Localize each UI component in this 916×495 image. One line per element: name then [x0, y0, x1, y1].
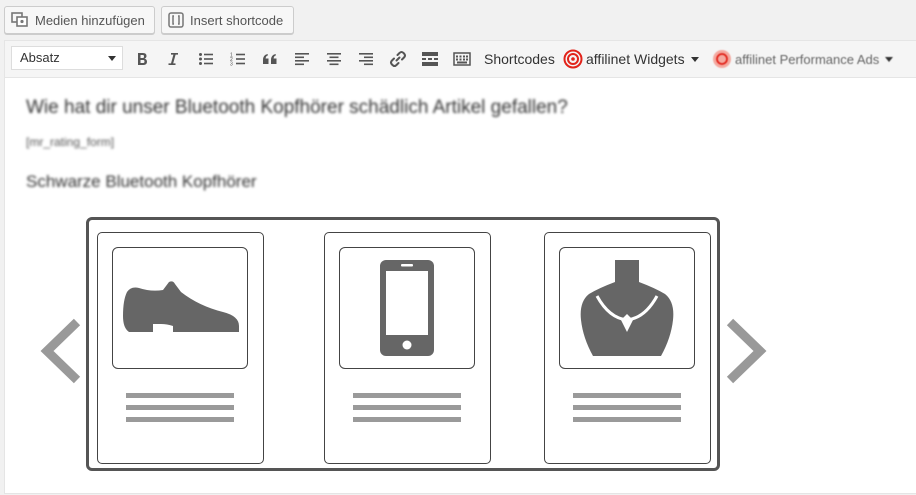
card-text-placeholder [573, 393, 681, 429]
add-media-button[interactable]: Medien hinzufügen [4, 6, 155, 34]
editor: Absatz 123 Shortcodes affilinet Widgets … [4, 40, 916, 494]
align-left-icon [295, 53, 309, 66]
shortcode-icon [168, 12, 184, 28]
bullet-list-button[interactable] [195, 48, 217, 70]
svg-text:3: 3 [230, 62, 233, 68]
carousel-next-arrow-icon[interactable] [724, 318, 768, 384]
media-buttons-bar: Medien hinzufügen Insert shortcode [0, 0, 916, 40]
editor-content[interactable]: Wie hat dir unser Bluetooth Kopfhörer sc… [5, 77, 916, 495]
rating-shortcode: [mr_rating_form] [26, 135, 115, 149]
smartphone-icon [380, 260, 434, 356]
bold-button[interactable] [131, 48, 153, 70]
post-subheading: Schwarze Bluetooth Kopfhörer [26, 172, 257, 191]
align-right-button[interactable] [355, 48, 377, 70]
insert-link-button[interactable] [387, 48, 409, 70]
dropdown-caret-icon [690, 56, 699, 62]
necklace-icon [580, 260, 674, 356]
shortcodes-label: Shortcodes [484, 51, 555, 67]
numbered-list-button[interactable]: 123 [227, 48, 249, 70]
affilinet-ads-logo-icon [713, 50, 731, 68]
card-thumbnail [112, 247, 248, 369]
insert-shortcode-label: Insert shortcode [190, 12, 284, 28]
align-center-button[interactable] [323, 48, 345, 70]
read-more-icon [422, 52, 438, 66]
shoe-icon [123, 281, 239, 332]
link-icon [390, 51, 406, 67]
italic-button[interactable] [162, 48, 184, 70]
toolbar-toggle-button[interactable] [451, 48, 473, 70]
carousel-card[interactable] [324, 232, 491, 464]
carousel-card[interactable] [97, 232, 264, 464]
affilinet-ads-label: affilinet Performance Ads [735, 51, 880, 67]
format-select-value: Absatz [20, 50, 60, 65]
add-media-label: Medien hinzufügen [35, 12, 145, 28]
insert-shortcode-button[interactable]: Insert shortcode [161, 6, 294, 34]
affilinet-ads-menu[interactable]: affilinet Performance Ads [712, 49, 894, 69]
post-heading: Wie hat dir unser Bluetooth Kopfhörer sc… [26, 97, 568, 118]
align-left-button[interactable] [291, 48, 313, 70]
editor-toolbar: Absatz 123 Shortcodes affilinet Widgets … [5, 41, 916, 78]
carousel-card[interactable] [544, 232, 711, 464]
card-thumbnail [339, 247, 475, 369]
align-right-icon [359, 53, 373, 66]
italic-icon [168, 53, 178, 65]
blockquote-button[interactable] [259, 48, 281, 70]
product-carousel [86, 217, 720, 471]
keyboard-icon [453, 52, 471, 66]
align-center-icon [327, 53, 341, 66]
chevron-down-icon [108, 56, 116, 61]
quote-icon [263, 54, 277, 64]
affilinet-logo-icon [563, 49, 583, 69]
carousel-prev-arrow-icon[interactable] [39, 318, 83, 384]
read-more-button[interactable] [419, 48, 441, 70]
bold-icon [138, 53, 147, 65]
bullet-list-icon [199, 53, 213, 65]
shortcodes-menu[interactable]: Shortcodes [484, 51, 555, 67]
card-thumbnail [559, 247, 695, 369]
dropdown-caret-icon [885, 56, 894, 62]
format-select[interactable]: Absatz [11, 46, 123, 70]
media-icon [11, 12, 28, 27]
card-text-placeholder [353, 393, 461, 429]
numbered-list-icon: 123 [230, 53, 245, 68]
affilinet-widgets-menu[interactable]: affilinet Widgets [563, 49, 699, 69]
affilinet-widgets-label: affilinet Widgets [586, 51, 685, 67]
card-text-placeholder [126, 393, 234, 429]
